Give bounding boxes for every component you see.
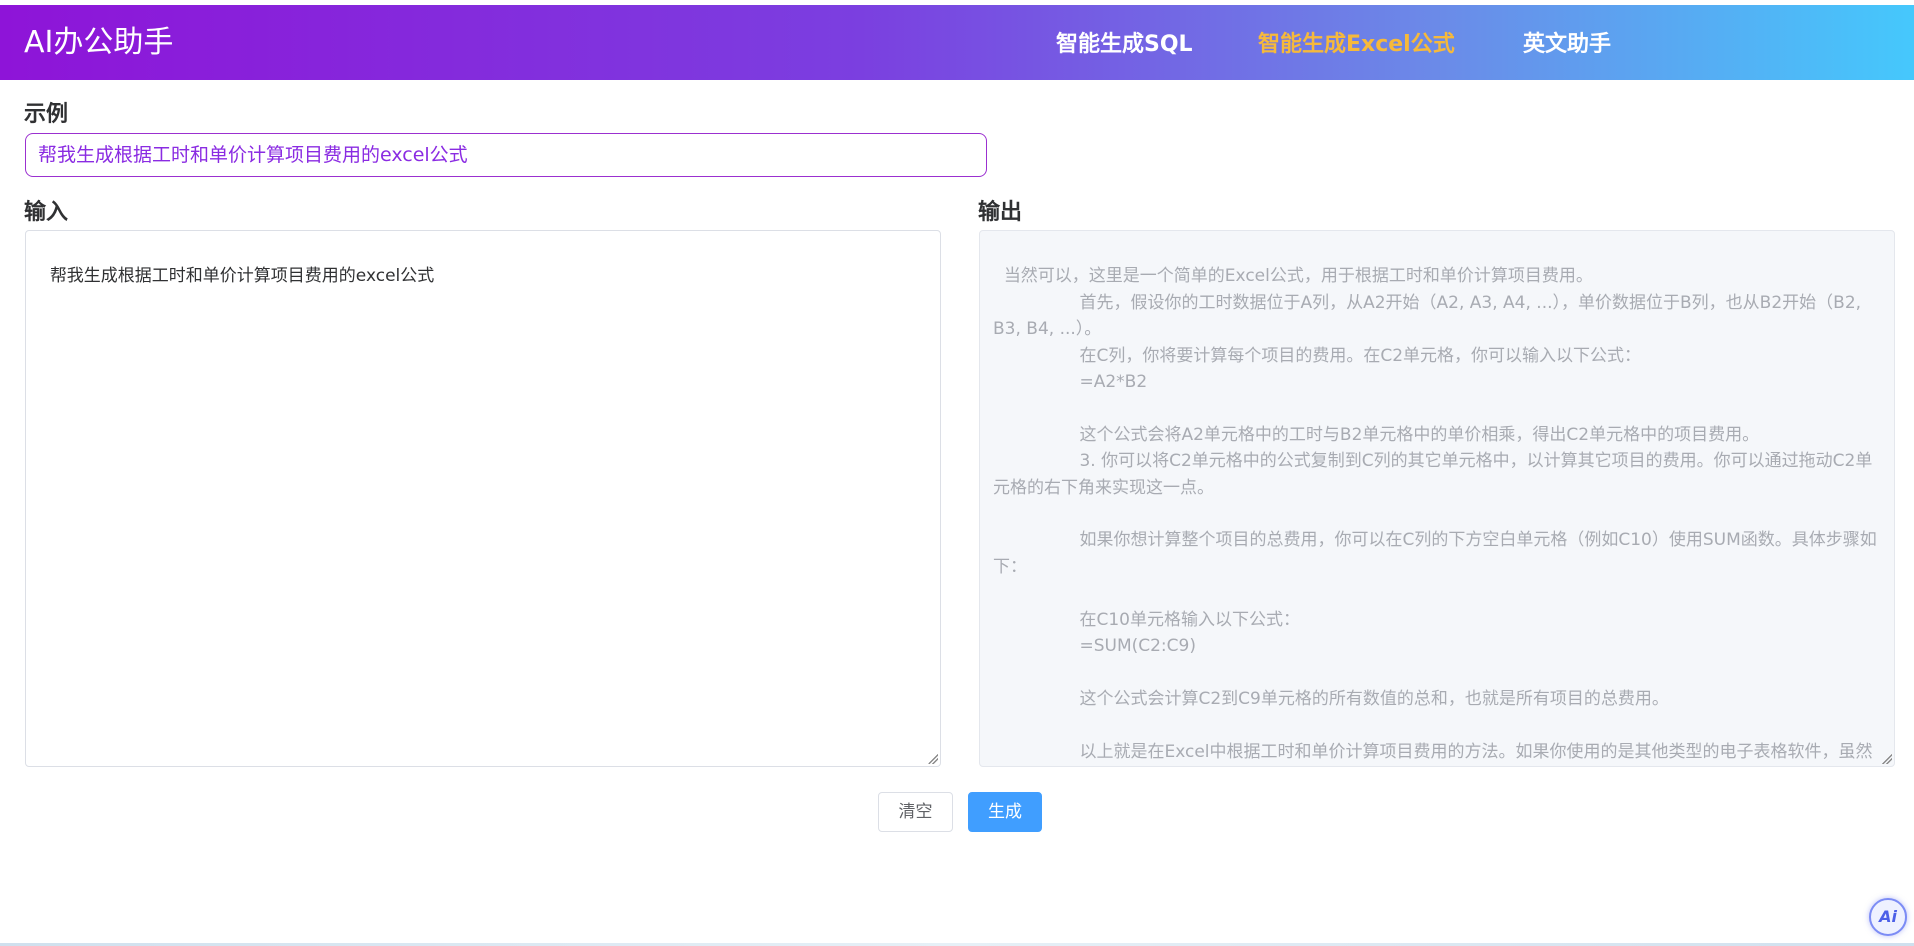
ai-assistant-icon[interactable]: Ai (1869, 898, 1907, 936)
example-label: 示例 (24, 102, 69, 127)
input-textarea[interactable]: 帮我生成根据工时和单价计算项目费用的excel公式 (25, 230, 941, 767)
nav-english-assistant[interactable]: 英文助手 (1523, 31, 1611, 59)
generate-button[interactable]: 生成 (968, 792, 1042, 832)
output-label: 输出 (978, 200, 1023, 225)
resize-handle-icon[interactable] (928, 754, 938, 764)
output-textarea: 当然可以，这里是一个简单的Excel公式，用于根据工时和单价计算项目费用。 首先… (979, 230, 1895, 767)
clear-button[interactable]: 清空 (878, 792, 953, 832)
input-text: 帮我生成根据工时和单价计算项目费用的excel公式 (49, 266, 435, 286)
brand-title: AI办公助手 (24, 25, 174, 60)
top-nav-bar: AI办公助手 智能生成SQL 智能生成Excel公式 英文助手 (0, 5, 1914, 80)
output-text: 当然可以，这里是一个简单的Excel公式，用于根据工时和单价计算项目费用。 首先… (993, 266, 1877, 762)
nav-generate-excel-formula[interactable]: 智能生成Excel公式 (1258, 31, 1455, 59)
resize-handle-icon[interactable] (1882, 754, 1892, 764)
nav-generate-sql[interactable]: 智能生成SQL (1056, 31, 1193, 59)
example-prompt[interactable]: 帮我生成根据工时和单价计算项目费用的excel公式 (25, 133, 987, 177)
input-label: 输入 (24, 200, 69, 225)
